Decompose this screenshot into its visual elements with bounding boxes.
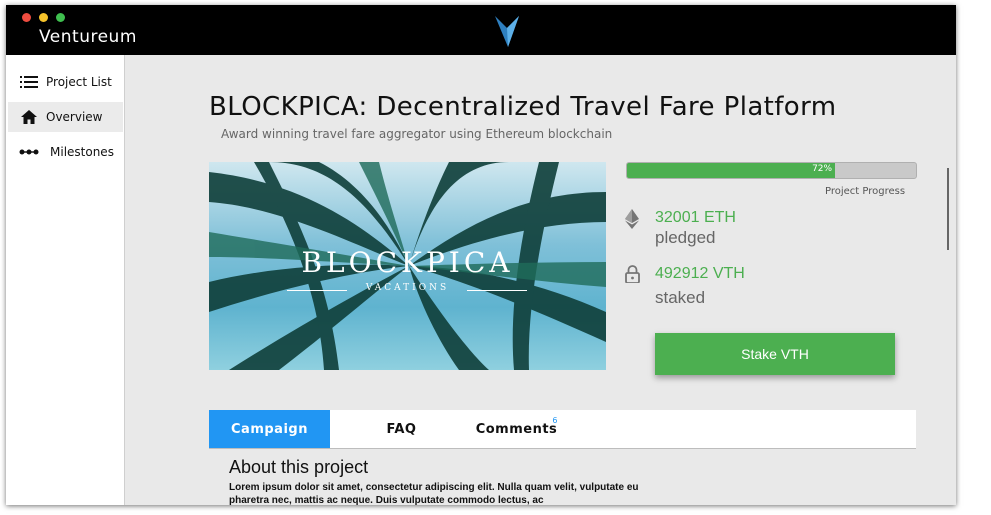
close-window-button[interactable] <box>22 13 31 22</box>
scrollbar[interactable] <box>947 168 949 250</box>
list-icon <box>18 76 40 88</box>
title-bar: Ventureum <box>6 5 956 55</box>
tab-faq[interactable]: FAQ <box>354 410 449 448</box>
sidebar-item-project-list[interactable]: Project List <box>8 67 123 97</box>
milestones-icon <box>18 148 40 156</box>
minimize-window-button[interactable] <box>39 13 48 22</box>
stake-vth-button[interactable]: Stake VTH <box>655 333 895 375</box>
ventureum-logo-icon <box>495 16 519 47</box>
sidebar-item-milestones[interactable]: Milestones <box>8 137 123 167</box>
comments-count-badge: 6 <box>552 416 558 425</box>
page-title: BLOCKPICA: Decentralized Travel Fare Pla… <box>209 92 837 122</box>
pledged-label: pledged <box>655 228 716 247</box>
sidebar-item-label: Milestones <box>50 145 114 159</box>
lock-icon <box>625 265 640 287</box>
pledged-amount: 32001 ETH <box>655 209 736 226</box>
about-heading: About this project <box>229 457 369 477</box>
progress-caption: Project Progress <box>825 186 906 197</box>
ethereum-icon <box>625 209 639 233</box>
about-text: Lorem ipsum dolor sit amet, consectetur … <box>229 482 639 505</box>
banner-brand-text: BLOCKPICA <box>301 246 514 279</box>
sidebar: Project List Overview Milestones <box>6 55 125 505</box>
tab-comments-label: Comments <box>475 421 558 437</box>
home-icon <box>18 110 40 124</box>
tab-comments[interactable]: Comments 6 <box>469 410 564 448</box>
project-banner-image: BLOCKPICA VACATIONS <box>209 162 606 370</box>
maximize-window-button[interactable] <box>56 13 65 22</box>
progress-percent: 72% <box>812 164 833 174</box>
tab-campaign[interactable]: Campaign <box>209 410 330 448</box>
sidebar-item-label: Overview <box>46 110 103 124</box>
main-content: BLOCKPICA: Decentralized Travel Fare Pla… <box>125 55 956 505</box>
app-window: Ventureum Project List Overview Mileston… <box>6 5 956 505</box>
sidebar-item-label: Project List <box>46 75 112 89</box>
app-name: Ventureum <box>39 27 137 47</box>
project-progress-bar: 72% <box>626 162 917 179</box>
progress-fill: 72% <box>627 163 836 178</box>
staked-amount: 492912 VTH <box>655 265 745 282</box>
banner-tagline: VACATIONS <box>365 283 450 293</box>
project-tabs: Campaign FAQ Comments 6 <box>209 410 916 449</box>
sidebar-item-overview[interactable]: Overview <box>8 102 123 132</box>
page-subtitle: Award winning travel fare aggregator usi… <box>221 127 613 141</box>
staked-label: staked <box>655 288 706 307</box>
